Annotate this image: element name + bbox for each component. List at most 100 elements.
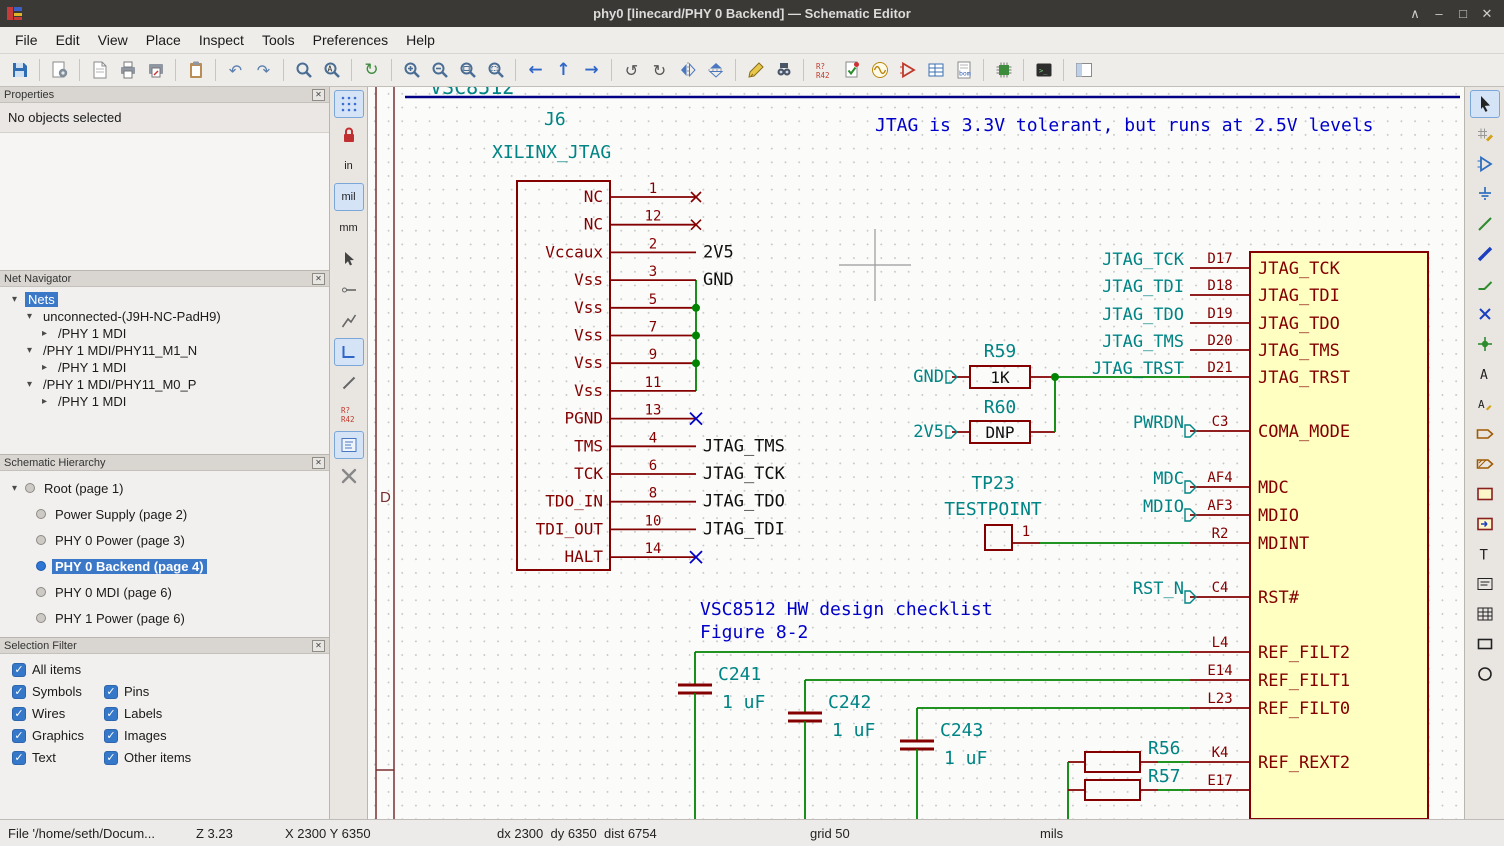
rotate-cw-button[interactable]: ↻: [646, 57, 673, 84]
nav-back-button[interactable]: ←: [522, 57, 549, 84]
shade-button[interactable]: ∧: [1404, 2, 1426, 26]
j6-pin[interactable]: Vccaux 2 2V5: [545, 236, 734, 262]
j6-pin[interactable]: TMS 4 JTAG_TMS: [574, 430, 785, 456]
chevron-down-icon[interactable]: ▾: [27, 345, 40, 356]
j6-pin[interactable]: Vss 7: [574, 320, 700, 345]
simulator-button[interactable]: [866, 57, 893, 84]
undo-button[interactable]: ↶: [222, 57, 249, 84]
2v5-label[interactable]: 2V5: [913, 422, 944, 442]
redo-button[interactable]: ↷: [250, 57, 277, 84]
cap-reference[interactable]: C242: [828, 692, 871, 713]
net-label[interactable]: MDC: [1153, 469, 1184, 489]
filter-checkbox-item[interactable]: ✓ Text: [12, 750, 104, 765]
r60-reference[interactable]: R60: [984, 397, 1017, 418]
junction-dot[interactable]: [692, 332, 700, 340]
j6-pin[interactable]: Vss 9: [574, 347, 700, 372]
menu-item[interactable]: View: [89, 28, 137, 52]
circle-tool[interactable]: [1470, 660, 1500, 688]
grid-toggle-button[interactable]: [334, 90, 364, 118]
filter-checkbox-item[interactable]: ✓ Wires: [12, 706, 104, 721]
j6-value[interactable]: XILINX_JTAG: [492, 142, 611, 163]
checkbox-icon[interactable]: ✓: [12, 751, 26, 765]
menu-item[interactable]: Preferences: [304, 28, 397, 52]
save-button[interactable]: [6, 57, 33, 84]
net-label[interactable]: MDIO: [1143, 497, 1184, 517]
checkbox-icon[interactable]: ✓: [104, 707, 118, 721]
net-tree-row[interactable]: ▸ /PHY 1 MDI: [6, 359, 329, 376]
menu-item[interactable]: Place: [137, 28, 190, 52]
hierarchy-row[interactable]: PHY 1 Backend (page 7): [6, 631, 329, 637]
checklist-note-line1[interactable]: VSC8512 HW design checklist: [700, 599, 993, 620]
capacitor[interactable]: C242 1 uF: [788, 680, 875, 819]
net-label[interactable]: GND: [703, 270, 734, 290]
checklist-note-line2[interactable]: Figure 8-2: [700, 622, 808, 643]
add-wire-tool[interactable]: [1470, 210, 1500, 238]
hierarchy-row[interactable]: PHY 0 MDI (page 6): [6, 579, 329, 605]
hierarchy-row[interactable]: Power Supply (page 2): [6, 501, 329, 527]
schematic-setup-button[interactable]: [46, 57, 73, 84]
symbol-editor-button[interactable]: [742, 57, 769, 84]
checkbox-icon[interactable]: ✓: [12, 729, 26, 743]
netclass-directive-tool[interactable]: A: [1470, 390, 1500, 418]
select-tool[interactable]: [1470, 90, 1500, 118]
chevron-right-icon[interactable]: ▸: [42, 328, 55, 339]
nav-up-button[interactable]: ↑: [550, 57, 577, 84]
sim-probe-button[interactable]: [894, 57, 921, 84]
ortho-mode-button[interactable]: [334, 338, 364, 366]
resistor-body[interactable]: [1085, 780, 1140, 800]
net-label[interactable]: 2V5: [703, 242, 734, 262]
checkbox-icon[interactable]: ✓: [12, 707, 26, 721]
rotate-ccw-button[interactable]: ↺: [618, 57, 645, 84]
global-label-tool[interactable]: [1470, 420, 1500, 448]
resistor-reference[interactable]: R56: [1148, 738, 1181, 759]
checkbox-icon[interactable]: ✓: [104, 729, 118, 743]
close-button[interactable]: ✕: [1476, 2, 1498, 26]
chevron-down-icon[interactable]: ▾: [27, 311, 40, 322]
diagonal-mode-button[interactable]: [334, 369, 364, 397]
menu-item[interactable]: Help: [397, 28, 444, 52]
net-label[interactable]: JTAG_TRST: [1092, 359, 1184, 379]
net-label[interactable]: JTAG_TDI: [1102, 277, 1184, 297]
add-power-tool[interactable]: [1470, 180, 1500, 208]
mirror-h-button[interactable]: [674, 57, 701, 84]
net-tree-row[interactable]: ▸ /PHY 1 MDI: [6, 393, 329, 410]
resistor-reference[interactable]: R57: [1148, 766, 1181, 787]
capacitor[interactable]: C241 1 uF: [678, 652, 765, 819]
menu-item[interactable]: File: [6, 28, 47, 52]
grid-override-lock-button[interactable]: [334, 121, 364, 149]
maximize-button[interactable]: □: [1452, 2, 1474, 26]
filter-checkbox-item[interactable]: ✓ Graphics: [12, 728, 104, 743]
add-symbol-tool[interactable]: [1470, 150, 1500, 178]
highlight-net-tool[interactable]: [1470, 120, 1500, 148]
schematic-canvas[interactable]: D VSC8512 JTAG is 3.3V tolerant, but run…: [368, 87, 1464, 819]
filter-checkbox-item[interactable]: ✓ Pins: [104, 684, 323, 699]
hierarchy-row[interactable]: PHY 0 Backend (page 4): [6, 553, 329, 579]
r59-reference[interactable]: R59: [984, 341, 1017, 362]
j6-pin[interactable]: NC 12: [584, 209, 701, 234]
net-tree-row[interactable]: ▾ unconnected-(J9H-NC-PadH9): [6, 308, 329, 325]
net-label[interactable]: JTAG_TDI: [703, 519, 785, 539]
zoom-fit-button[interactable]: [454, 57, 481, 84]
checkbox-icon[interactable]: ✓: [104, 751, 118, 765]
j6-pin[interactable]: TDI_OUT 10 JTAG_TDI: [536, 513, 785, 539]
mirror-v-button[interactable]: [702, 57, 729, 84]
symbol-fields-table-button[interactable]: [922, 57, 949, 84]
j6-connector[interactable]: J6 XILINX_JTAG NC 1: [492, 109, 786, 570]
chevron-down-icon[interactable]: ▾: [12, 483, 25, 494]
rectangle-tool[interactable]: [1470, 630, 1500, 658]
bom-button[interactable]: bom: [950, 57, 977, 84]
j6-pin[interactable]: HALT 14: [564, 541, 702, 566]
net-label[interactable]: JTAG_TMS: [1102, 332, 1184, 352]
net-label[interactable]: JTAG_TDO: [1102, 305, 1184, 325]
scripting-console-button[interactable]: >_: [1030, 57, 1057, 84]
units-inch-button[interactable]: in: [334, 152, 364, 180]
filter-checkbox-item[interactable]: ✓ Images: [104, 728, 323, 743]
no-connect-tool[interactable]: [1470, 300, 1500, 328]
checkbox-icon[interactable]: ✓: [12, 685, 26, 699]
print-button[interactable]: [114, 57, 141, 84]
j6-reference[interactable]: J6: [544, 109, 566, 130]
table-tool[interactable]: [1470, 600, 1500, 628]
text-tool[interactable]: T: [1470, 540, 1500, 568]
resistor-body[interactable]: [1085, 752, 1140, 772]
chevron-right-icon[interactable]: ▸: [42, 396, 55, 407]
